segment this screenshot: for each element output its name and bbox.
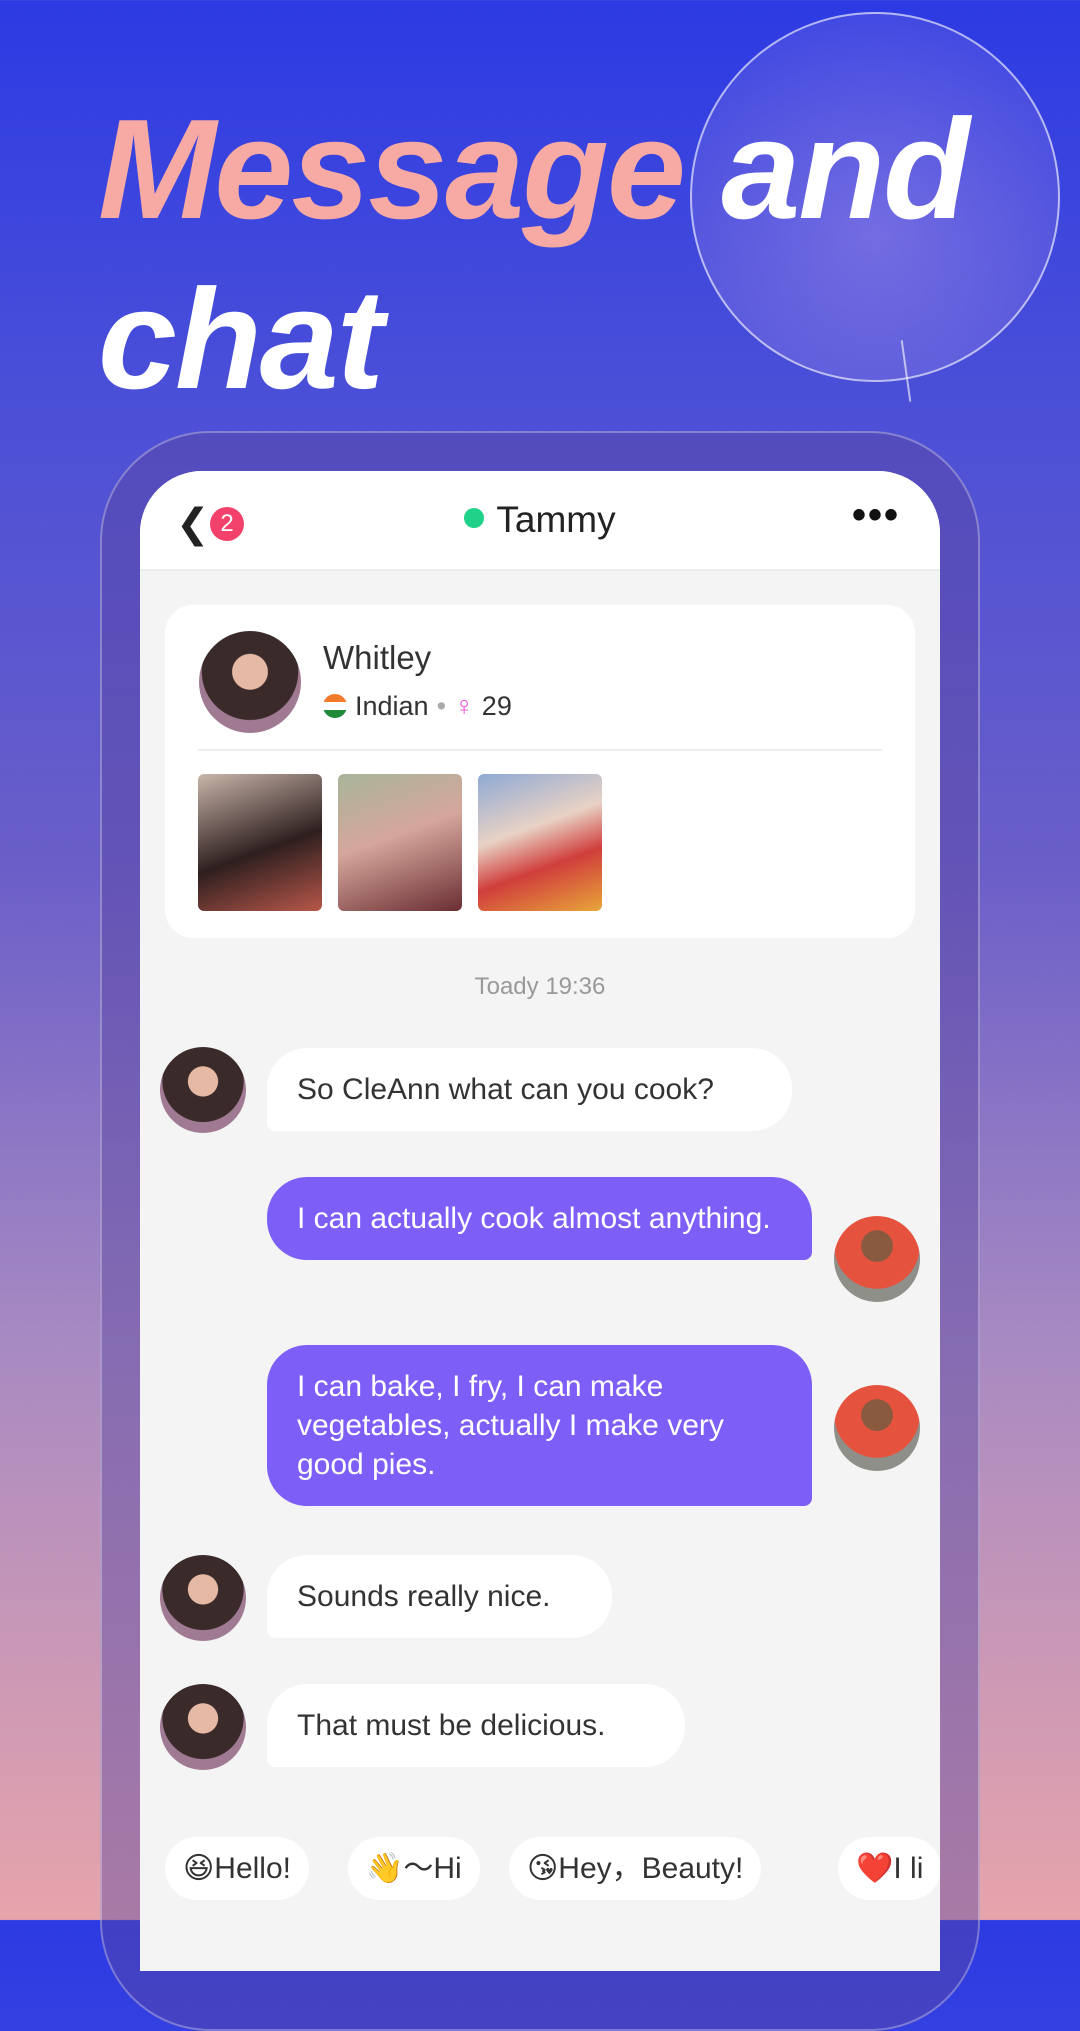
profile-photo[interactable] (338, 774, 462, 911)
contact-avatar[interactable] (160, 1555, 246, 1641)
message-incoming: That must be delicious. (267, 1684, 685, 1767)
more-ellipsis-icon[interactable]: ••• (852, 493, 900, 538)
female-icon: ♀ (454, 691, 475, 721)
message-incoming: So CleAnn what can you cook? (267, 1048, 792, 1131)
quick-reply-chip[interactable]: 😆Hello! (165, 1837, 309, 1900)
contact-avatar[interactable] (160, 1047, 246, 1133)
headline-highlight: Message (98, 90, 686, 249)
age: 29 (481, 691, 512, 721)
quick-reply-chip[interactable]: 👋～Hi (348, 1837, 480, 1900)
profile-meta: Indian • ♀ 29 (323, 691, 512, 722)
india-flag-icon (323, 694, 347, 718)
my-avatar[interactable] (834, 1385, 920, 1471)
timestamp: Toady 19:36 (474, 973, 606, 1000)
profile-name: Whitley (323, 639, 432, 676)
headline: Message and chat (98, 85, 970, 425)
profile-photo[interactable] (478, 774, 602, 911)
headline-rest: and (683, 90, 969, 249)
divider (198, 749, 882, 751)
nationality: Indian (355, 691, 429, 721)
quick-reply-chip[interactable]: 😘Hey，Beauty! (509, 1837, 762, 1900)
chat-screen: ❮ 2 Tammy ••• Whitley Indian • ♀ 29 Toady … (140, 471, 940, 1971)
contact-name: Tammy (496, 499, 616, 540)
profile-avatar[interactable] (199, 631, 301, 733)
contact-title: Tammy (140, 499, 940, 541)
message-outgoing: I can bake, I fry, I can make vegetables… (267, 1345, 812, 1506)
chat-header: ❮ 2 Tammy ••• (140, 471, 940, 571)
message-outgoing: I can actually cook almost anything. (267, 1177, 812, 1260)
message-incoming: Sounds really nice. (267, 1555, 612, 1638)
quick-reply-chip[interactable]: ❤️I li (838, 1837, 940, 1900)
headline-line2: chat (98, 260, 384, 419)
my-avatar[interactable] (834, 1216, 920, 1302)
profile-photo[interactable] (198, 774, 322, 911)
contact-avatar[interactable] (160, 1684, 246, 1770)
profile-card[interactable]: Whitley Indian • ♀ 29 (165, 605, 915, 938)
online-status-icon (464, 508, 485, 528)
